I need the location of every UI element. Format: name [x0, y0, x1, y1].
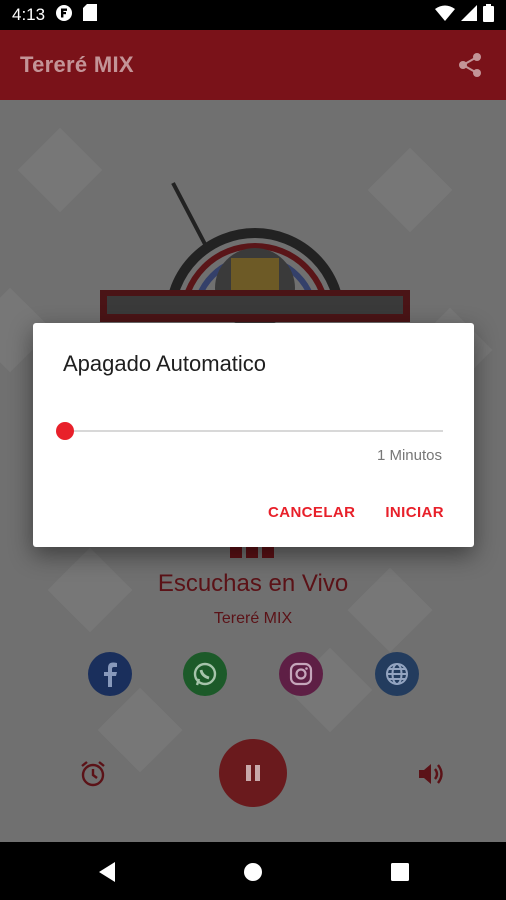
pause-icon	[246, 765, 260, 781]
instagram-icon	[289, 662, 313, 686]
whatsapp-icon	[193, 662, 217, 686]
instagram-button[interactable]	[279, 652, 323, 696]
share-icon	[459, 53, 481, 77]
dialog-actions: CANCELAR INICIAR	[268, 504, 444, 521]
timer-slider-thumb[interactable]	[56, 422, 74, 440]
system-nav-bar	[0, 842, 506, 900]
wifi-icon	[435, 5, 455, 26]
website-button[interactable]	[375, 652, 419, 696]
app-notification-icon	[55, 4, 73, 27]
globe-icon	[386, 663, 408, 685]
back-icon	[99, 862, 115, 882]
nav-home-button[interactable]	[241, 860, 265, 884]
cancel-button[interactable]: CANCELAR	[268, 504, 355, 521]
sleep-timer-button[interactable]	[78, 759, 108, 789]
timer-slider-track[interactable]	[65, 430, 443, 432]
station-logo	[95, 178, 415, 328]
nav-recents-button[interactable]	[388, 860, 412, 884]
alarm-icon	[81, 761, 105, 787]
home-icon	[244, 863, 262, 881]
sd-card-icon	[83, 4, 98, 26]
pause-button[interactable]	[219, 739, 287, 807]
app-title: Tereré MIX	[20, 52, 134, 77]
status-time: 4:13	[12, 5, 46, 24]
volume-icon	[419, 764, 443, 784]
share-button[interactable]	[454, 49, 486, 81]
nav-back-button[interactable]	[95, 860, 119, 884]
station-name: Tereré MIX	[213, 610, 293, 627]
recents-icon	[391, 863, 409, 881]
dialog-title: Apagado Automatico	[63, 351, 267, 376]
start-button[interactable]: INICIAR	[385, 504, 444, 521]
app-bar: Tereré MIX	[0, 30, 506, 100]
volume-button[interactable]	[415, 759, 445, 789]
facebook-icon	[104, 662, 117, 687]
listeners-label: Escuchas en Vivo	[157, 570, 349, 597]
whatsapp-button[interactable]	[183, 652, 227, 696]
facebook-button[interactable]	[88, 652, 132, 696]
signal-icon	[461, 4, 477, 26]
battery-icon	[483, 3, 494, 27]
status-bar: 4:13	[0, 0, 506, 30]
timer-value-label: 1 Minutos	[376, 447, 442, 464]
sleep-timer-dialog: Apagado Automatico 1 Minutos CANCELAR IN…	[33, 323, 474, 547]
